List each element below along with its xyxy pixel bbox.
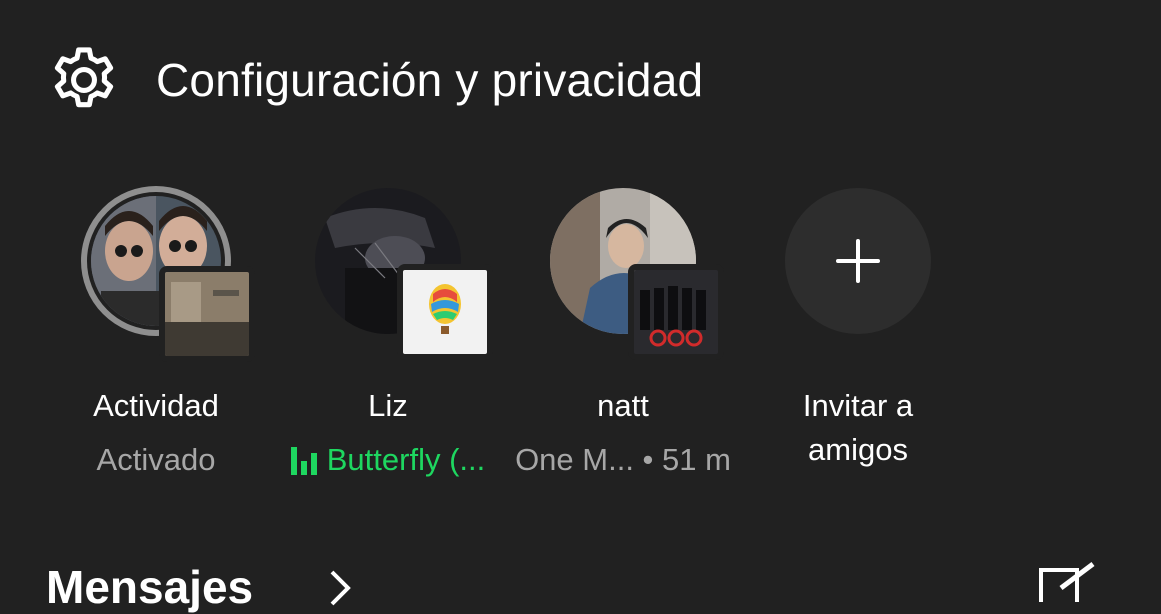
friend-name: Liz [368, 388, 408, 423]
natt-avatar-wrap [548, 186, 724, 360]
messages-header[interactable]: Mensajes [46, 560, 1121, 613]
friend-status: Activado [96, 442, 216, 477]
invite-friends[interactable]: Invitar a amigos [748, 186, 968, 472]
friend-natt[interactable]: natt One M... • 51 m [513, 186, 733, 478]
album-cover [397, 264, 493, 360]
album-cover [628, 264, 724, 360]
plus-icon [836, 239, 880, 283]
gear-icon [54, 47, 114, 108]
invite-button[interactable] [785, 188, 931, 334]
settings-privacy-row[interactable]: Configuración y privacidad [46, 42, 703, 118]
settings-title: Configuración y privacidad [156, 54, 704, 106]
messages-title: Mensajes [46, 561, 254, 613]
friend-liz[interactable]: Liz Butterfly (... [278, 186, 498, 478]
friend-name: Actividad [93, 388, 219, 423]
compose-icon[interactable] [1037, 562, 1097, 602]
friend-activity[interactable]: Actividad Activado [46, 186, 266, 478]
activity-avatar-wrap [81, 186, 255, 362]
equalizer-icon [290, 445, 317, 475]
friend-track-text: Butterfly (... [326, 442, 486, 477]
liz-avatar-wrap [313, 186, 493, 360]
invite-label: Invitar a amigos [802, 388, 914, 467]
friend-name: natt [597, 388, 649, 423]
friend-status: One M... • 51 m [515, 442, 731, 477]
album-cover [159, 266, 255, 362]
chevron-right-icon [330, 570, 351, 606]
friend-track: Butterfly (... [290, 442, 486, 478]
